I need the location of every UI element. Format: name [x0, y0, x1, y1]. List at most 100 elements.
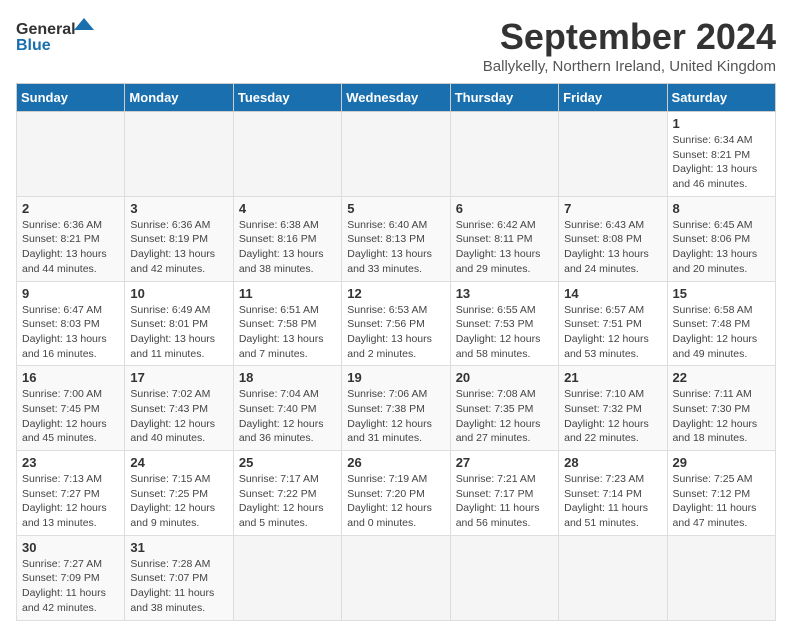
day-number: 15: [673, 286, 770, 301]
calendar-cell: 13Sunrise: 6:55 AM Sunset: 7:53 PM Dayli…: [450, 281, 558, 366]
day-number: 30: [22, 540, 119, 555]
calendar-cell: [233, 535, 341, 620]
day-info: Sunrise: 7:13 AM Sunset: 7:27 PM Dayligh…: [22, 472, 119, 531]
calendar-cell: [233, 112, 341, 197]
day-info: Sunrise: 6:57 AM Sunset: 7:51 PM Dayligh…: [564, 303, 661, 362]
day-info: Sunrise: 7:21 AM Sunset: 7:17 PM Dayligh…: [456, 472, 553, 531]
week-row-6: 30 Sunrise: 7:27 AM Sunset: 7:09 PM Dayli…: [17, 535, 776, 620]
day-info: Sunrise: 7:02 AM Sunset: 7:43 PM Dayligh…: [130, 387, 227, 446]
title-block: September 2024 Ballykelly, Northern Irel…: [483, 16, 776, 75]
day-info: Sunrise: 6:43 AM Sunset: 8:08 PM Dayligh…: [564, 218, 661, 277]
col-sunday: Sunday: [17, 84, 125, 112]
day-info: Sunrise: 6:51 AM Sunset: 7:58 PM Dayligh…: [239, 303, 336, 362]
day-info: Sunrise: 6:34 AM Sunset: 8:21 PM Dayligh…: [673, 133, 770, 192]
logo-icon: General Blue: [16, 16, 96, 56]
day-number: 17: [130, 370, 227, 385]
logo: General Blue: [16, 16, 96, 56]
day-info: Sunrise: 6:38 AM Sunset: 8:16 PM Dayligh…: [239, 218, 336, 277]
calendar-cell: [342, 112, 450, 197]
calendar-cell: [125, 112, 233, 197]
svg-text:General: General: [16, 21, 76, 38]
page-header: General Blue September 2024 Ballykelly, …: [16, 16, 776, 75]
calendar-cell: 8 Sunrise: 6:45 AM Sunset: 8:06 PM Daylig…: [667, 196, 775, 281]
day-number: 2: [22, 201, 119, 216]
day-info: Sunrise: 7:04 AM Sunset: 7:40 PM Dayligh…: [239, 387, 336, 446]
day-number: 22: [673, 370, 770, 385]
week-row-4: 16Sunrise: 7:00 AM Sunset: 7:45 PM Dayli…: [17, 366, 776, 451]
calendar-cell: 6 Sunrise: 6:42 AM Sunset: 8:11 PM Daylig…: [450, 196, 558, 281]
calendar-cell: 28 Sunrise: 7:23 AM Sunset: 7:14 PM Dayli…: [559, 451, 667, 536]
day-number: 29: [673, 455, 770, 470]
day-info: Sunrise: 6:47 AM Sunset: 8:03 PM Dayligh…: [22, 303, 119, 362]
day-number: 18: [239, 370, 336, 385]
day-info: Sunrise: 7:23 AM Sunset: 7:14 PM Dayligh…: [564, 472, 661, 531]
col-tuesday: Tuesday: [233, 84, 341, 112]
calendar-header-row: Sunday Monday Tuesday Wednesday Thursday…: [17, 84, 776, 112]
calendar-cell: 25Sunrise: 7:17 AM Sunset: 7:22 PM Dayli…: [233, 451, 341, 536]
day-info: Sunrise: 7:27 AM Sunset: 7:09 PM Dayligh…: [22, 557, 119, 616]
col-thursday: Thursday: [450, 84, 558, 112]
calendar-cell: 11 Sunrise: 6:51 AM Sunset: 7:58 PM Dayli…: [233, 281, 341, 366]
calendar-cell: 20 Sunrise: 7:08 AM Sunset: 7:35 PM Dayli…: [450, 366, 558, 451]
day-number: 28: [564, 455, 661, 470]
calendar-cell: 14 Sunrise: 6:57 AM Sunset: 7:51 PM Dayli…: [559, 281, 667, 366]
day-info: Sunrise: 7:11 AM Sunset: 7:30 PM Dayligh…: [673, 387, 770, 446]
day-info: Sunrise: 7:28 AM Sunset: 7:07 PM Dayligh…: [130, 557, 227, 616]
week-row-2: 2 Sunrise: 6:36 AM Sunset: 8:21 PM Daylig…: [17, 196, 776, 281]
day-number: 6: [456, 201, 553, 216]
day-number: 10: [130, 286, 227, 301]
day-info: Sunrise: 7:06 AM Sunset: 7:38 PM Dayligh…: [347, 387, 444, 446]
day-info: Sunrise: 7:08 AM Sunset: 7:35 PM Dayligh…: [456, 387, 553, 446]
calendar-cell: 24Sunrise: 7:15 AM Sunset: 7:25 PM Dayli…: [125, 451, 233, 536]
calendar-cell: 9 Sunrise: 6:47 AM Sunset: 8:03 PM Daylig…: [17, 281, 125, 366]
day-info: Sunrise: 6:49 AM Sunset: 8:01 PM Dayligh…: [130, 303, 227, 362]
calendar-cell: 26Sunrise: 7:19 AM Sunset: 7:20 PM Dayli…: [342, 451, 450, 536]
calendar-table: Sunday Monday Tuesday Wednesday Thursday…: [16, 83, 776, 621]
calendar-cell: 29 Sunrise: 7:25 AM Sunset: 7:12 PM Dayli…: [667, 451, 775, 536]
day-info: Sunrise: 6:40 AM Sunset: 8:13 PM Dayligh…: [347, 218, 444, 277]
calendar-cell: 5 Sunrise: 6:40 AM Sunset: 8:13 PM Daylig…: [342, 196, 450, 281]
day-number: 16: [22, 370, 119, 385]
day-number: 27: [456, 455, 553, 470]
day-number: 1: [673, 116, 770, 131]
col-wednesday: Wednesday: [342, 84, 450, 112]
col-saturday: Saturday: [667, 84, 775, 112]
calendar-cell: [450, 535, 558, 620]
day-info: Sunrise: 7:10 AM Sunset: 7:32 PM Dayligh…: [564, 387, 661, 446]
calendar-cell: 18 Sunrise: 7:04 AM Sunset: 7:40 PM Dayli…: [233, 366, 341, 451]
day-number: 5: [347, 201, 444, 216]
svg-text:Blue: Blue: [16, 37, 51, 54]
day-info: Sunrise: 7:25 AM Sunset: 7:12 PM Dayligh…: [673, 472, 770, 531]
day-info: Sunrise: 6:58 AM Sunset: 7:48 PM Dayligh…: [673, 303, 770, 362]
day-number: 3: [130, 201, 227, 216]
calendar-cell: [17, 112, 125, 197]
day-number: 13: [456, 286, 553, 301]
calendar-cell: [342, 535, 450, 620]
day-number: 11: [239, 286, 336, 301]
day-number: 9: [22, 286, 119, 301]
day-number: 8: [673, 201, 770, 216]
col-friday: Friday: [559, 84, 667, 112]
day-info: Sunrise: 7:19 AM Sunset: 7:20 PM Dayligh…: [347, 472, 444, 531]
day-number: 21: [564, 370, 661, 385]
calendar-cell: [450, 112, 558, 197]
calendar-cell: 21 Sunrise: 7:10 AM Sunset: 7:32 PM Dayli…: [559, 366, 667, 451]
day-number: 19: [347, 370, 444, 385]
calendar-cell: 7Sunrise: 6:43 AM Sunset: 8:08 PM Daylig…: [559, 196, 667, 281]
day-number: 14: [564, 286, 661, 301]
day-number: 20: [456, 370, 553, 385]
calendar-cell: 12 Sunrise: 6:53 AM Sunset: 7:56 PM Dayli…: [342, 281, 450, 366]
day-info: Sunrise: 6:45 AM Sunset: 8:06 PM Dayligh…: [673, 218, 770, 277]
calendar-cell: 15 Sunrise: 6:58 AM Sunset: 7:48 PM Dayli…: [667, 281, 775, 366]
day-number: 12: [347, 286, 444, 301]
day-info: Sunrise: 6:53 AM Sunset: 7:56 PM Dayligh…: [347, 303, 444, 362]
day-number: 25: [239, 455, 336, 470]
day-number: 24: [130, 455, 227, 470]
calendar-cell: 4Sunrise: 6:38 AM Sunset: 8:16 PM Daylig…: [233, 196, 341, 281]
calendar-cell: 3Sunrise: 6:36 AM Sunset: 8:19 PM Daylig…: [125, 196, 233, 281]
day-info: Sunrise: 6:42 AM Sunset: 8:11 PM Dayligh…: [456, 218, 553, 277]
month-title: September 2024: [483, 16, 776, 58]
calendar-cell: 19 Sunrise: 7:06 AM Sunset: 7:38 PM Dayli…: [342, 366, 450, 451]
day-info: Sunrise: 6:36 AM Sunset: 8:21 PM Dayligh…: [22, 218, 119, 277]
location: Ballykelly, Northern Ireland, United Kin…: [483, 58, 776, 75]
